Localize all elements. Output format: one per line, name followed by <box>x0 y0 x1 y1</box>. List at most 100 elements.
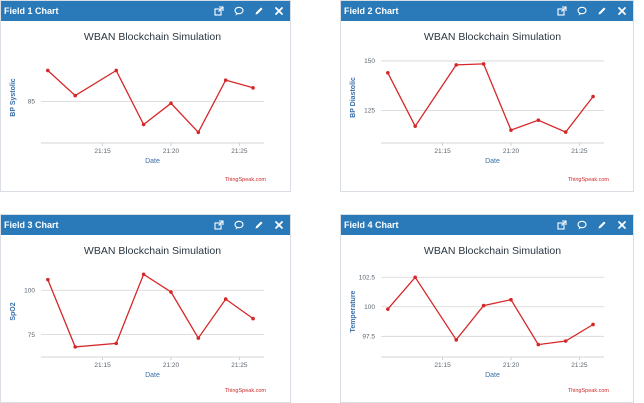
series-line <box>47 273 254 348</box>
panel-header: Field 1 Chart <box>1 1 290 21</box>
panel-title: Field 1 Chart <box>4 6 59 16</box>
data-point[interactable] <box>169 290 173 294</box>
data-point[interactable] <box>413 124 418 128</box>
chart-area: WBAN Blockchain Simulation 125 150 21:15 21:… <box>341 21 633 191</box>
x-tick-label: 21:20 <box>163 362 180 369</box>
x-tick-label: 21:25 <box>231 362 248 369</box>
x-tick-label: 21:20 <box>163 148 180 155</box>
data-point[interactable] <box>536 118 541 123</box>
close-icon[interactable] <box>617 6 627 16</box>
chart-title: WBAN Blockchain Simulation <box>84 31 221 43</box>
data-point[interactable] <box>481 303 486 308</box>
close-icon[interactable] <box>274 220 284 230</box>
y-axis-label: SpO2 <box>10 302 17 320</box>
data-point[interactable] <box>536 342 541 347</box>
x-axis-label: Date <box>485 372 500 379</box>
panel-header: Field 3 Chart <box>1 215 290 235</box>
data-point[interactable] <box>591 322 595 327</box>
chart-panel: Field 2 Chart WBAN Blockchain Simulation 1… <box>340 0 634 192</box>
y-tick-label: 75 <box>28 332 36 339</box>
data-point[interactable] <box>196 130 201 135</box>
y-axis-label: BP Systolic <box>10 78 17 116</box>
external-link-icon[interactable] <box>557 220 567 230</box>
comment-icon[interactable] <box>234 220 244 230</box>
close-icon[interactable] <box>274 6 284 16</box>
data-point[interactable] <box>454 63 459 67</box>
series-line <box>387 63 594 133</box>
data-point[interactable] <box>46 277 50 282</box>
chart-area: WBAN Blockchain Simulation 85 21:15 21:20 21… <box>1 21 290 191</box>
data-point[interactable] <box>223 78 228 82</box>
credit-link[interactable]: ThingSpeak.com <box>225 388 267 394</box>
external-link-icon[interactable] <box>214 220 224 230</box>
line-chart: WBAN Blockchain Simulation 85 21:15 21:20 21… <box>10 31 267 183</box>
data-point[interactable] <box>73 345 78 349</box>
data-point[interactable] <box>386 70 390 75</box>
external-link-icon[interactable] <box>214 6 224 16</box>
panel-toolbar <box>214 215 284 235</box>
data-point[interactable] <box>563 339 568 343</box>
y-tick-label: 85 <box>28 99 36 106</box>
x-tick-label: 21:20 <box>503 148 520 155</box>
credit-link[interactable]: ThingSpeak.com <box>225 177 267 183</box>
data-point[interactable] <box>251 316 255 321</box>
data-point[interactable] <box>251 86 255 90</box>
chart-panel: Field 3 Chart WBAN Blockchain Simulation 7… <box>0 214 291 403</box>
data-point[interactable] <box>509 297 513 302</box>
y-tick-label: 102.5 <box>359 275 376 282</box>
data-point[interactable] <box>386 307 390 311</box>
chart-area: WBAN Blockchain Simulation 97.5 100 102.5 21… <box>341 235 633 402</box>
chart-title: WBAN Blockchain Simulation <box>84 245 221 257</box>
comment-icon[interactable] <box>577 6 587 16</box>
external-link-icon[interactable] <box>557 6 567 16</box>
panel-title: Field 2 Chart <box>344 6 399 16</box>
data-point[interactable] <box>114 341 119 346</box>
data-point[interactable] <box>509 128 513 132</box>
data-point[interactable] <box>169 101 173 106</box>
data-point[interactable] <box>46 68 50 73</box>
data-point[interactable] <box>196 336 201 340</box>
comment-icon[interactable] <box>234 6 244 16</box>
close-icon[interactable] <box>617 220 627 230</box>
x-tick-label: 21:25 <box>231 148 248 155</box>
line-chart: WBAN Blockchain Simulation 97.5 100 102.5 21… <box>350 245 610 394</box>
line-chart: WBAN Blockchain Simulation 75 100 21:15 21:2… <box>10 245 267 394</box>
data-point[interactable] <box>481 62 486 66</box>
panel-title: Field 4 Chart <box>344 220 399 230</box>
x-tick-label: 21:20 <box>503 362 520 369</box>
panel-header: Field 4 Chart <box>341 215 633 235</box>
data-point[interactable] <box>563 130 568 134</box>
y-tick-label: 125 <box>364 108 375 115</box>
credit-link[interactable]: ThingSpeak.com <box>568 177 610 183</box>
data-point[interactable] <box>413 275 418 280</box>
chart-title: WBAN Blockchain Simulation <box>424 31 561 43</box>
data-point[interactable] <box>114 68 119 73</box>
data-point[interactable] <box>141 272 146 277</box>
pencil-icon[interactable] <box>597 6 607 16</box>
x-tick-label: 21:25 <box>571 362 588 369</box>
x-tick-label: 21:15 <box>94 148 111 155</box>
panel-toolbar <box>557 215 627 235</box>
comment-icon[interactable] <box>577 220 587 230</box>
y-axis-label: Temperature <box>350 290 357 332</box>
panel-toolbar <box>214 1 284 21</box>
pencil-icon[interactable] <box>254 6 264 16</box>
x-tick-label: 21:15 <box>94 362 111 369</box>
panel-toolbar <box>557 1 627 21</box>
data-point[interactable] <box>223 297 228 301</box>
pencil-icon[interactable] <box>254 220 264 230</box>
y-tick-label: 150 <box>364 58 375 65</box>
y-tick-label: 100 <box>364 304 375 311</box>
data-point[interactable] <box>591 94 595 99</box>
data-point[interactable] <box>73 93 78 98</box>
x-axis-label: Date <box>145 158 160 165</box>
y-tick-label: 100 <box>24 288 35 295</box>
data-point[interactable] <box>454 338 459 342</box>
chart-title: WBAN Blockchain Simulation <box>424 245 561 257</box>
series-line <box>387 276 594 346</box>
line-chart: WBAN Blockchain Simulation 125 150 21:15 21:… <box>350 31 610 183</box>
credit-link[interactable]: ThingSpeak.com <box>568 388 610 394</box>
x-tick-label: 21:15 <box>434 148 451 155</box>
data-point[interactable] <box>141 122 146 127</box>
pencil-icon[interactable] <box>597 220 607 230</box>
